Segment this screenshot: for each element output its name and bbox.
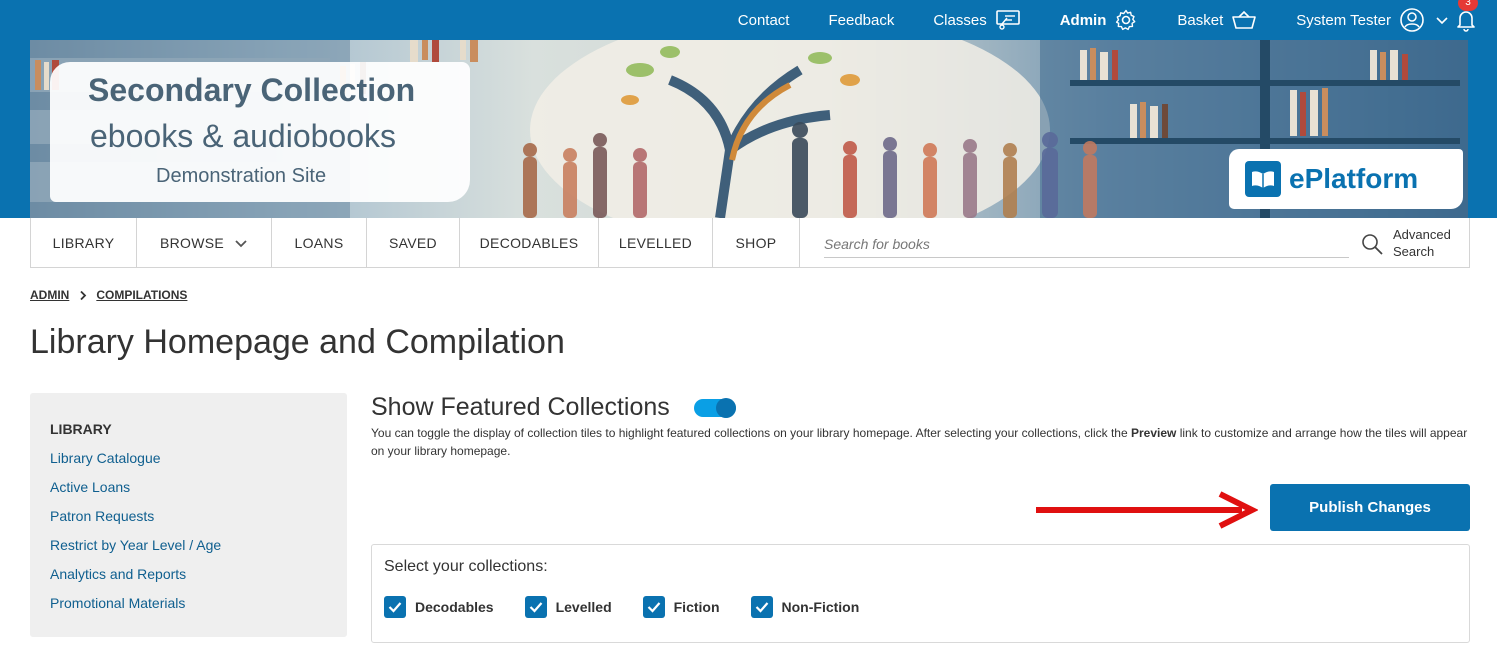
- site-title-card: Secondary Collection ebooks & audiobooks…: [50, 62, 470, 202]
- collection-selector: Select your collections: Decodables Leve…: [371, 544, 1470, 643]
- chevron-right-icon: [80, 290, 87, 300]
- red-arrow-annotation: [1036, 491, 1258, 529]
- publish-changes-button[interactable]: Publish Changes: [1270, 484, 1470, 531]
- nav-library-label: LIBRARY: [52, 234, 115, 251]
- collection-checkbox-row: Decodables Levelled Fiction Non-Fiction: [384, 596, 890, 618]
- nav-saved[interactable]: SAVED: [367, 218, 460, 267]
- basket-link[interactable]: Basket: [1177, 10, 1257, 30]
- classes-label: Classes: [933, 11, 987, 29]
- main-nav: LIBRARY BROWSE LOANS SAVED DECODABLES LE…: [30, 218, 1470, 268]
- checkmark-icon: [642, 596, 665, 618]
- advanced-search-line2: Search: [1393, 244, 1435, 259]
- nav-decodables-label: DECODABLES: [479, 234, 579, 251]
- select-collections-label: Select your collections:: [384, 558, 548, 575]
- nav-levelled-label: LEVELLED: [618, 234, 693, 251]
- nav-saved-label: SAVED: [389, 234, 437, 251]
- checkmark-icon: [524, 596, 547, 618]
- search-icon[interactable]: [1360, 232, 1384, 256]
- user-icon: [1400, 8, 1424, 32]
- admin-label: Admin: [1059, 11, 1107, 29]
- nav-loans-label: LOANS: [294, 234, 344, 251]
- toggle-knob: [716, 398, 736, 418]
- admin-sidebar: LIBRARY Library Catalogue Active Loans P…: [30, 393, 347, 637]
- chevron-down-icon: [235, 239, 247, 247]
- checkbox-label: Levelled: [555, 599, 612, 615]
- nav-levelled[interactable]: LEVELLED: [599, 218, 713, 267]
- book-logo-icon: [1245, 161, 1281, 197]
- user-name: System Tester: [1296, 11, 1391, 29]
- top-nav: Contact Feedback Classes Admin Basket Sy…: [738, 0, 1478, 40]
- chevron-down-icon: [1436, 17, 1448, 25]
- checkbox-levelled[interactable]: Levelled: [524, 596, 612, 618]
- top-bar: Contact Feedback Classes Admin Basket Sy…: [0, 0, 1497, 40]
- sidebar-item-active-loans[interactable]: Active Loans: [50, 478, 221, 507]
- advanced-search-link[interactable]: Advanced Search: [1393, 226, 1451, 260]
- breadcrumb-admin[interactable]: ADMIN: [30, 288, 69, 302]
- checkbox-fiction[interactable]: Fiction: [642, 596, 720, 618]
- featured-collections-toggle[interactable]: [694, 398, 736, 418]
- site-title: Secondary Collection: [88, 72, 416, 108]
- description-text: You can toggle the display of collection…: [371, 426, 1131, 440]
- classes-link[interactable]: Classes: [933, 9, 1020, 31]
- classes-icon: [995, 10, 1020, 30]
- featured-collections-title: Show Featured Collections: [371, 393, 670, 421]
- basket-label: Basket: [1177, 11, 1224, 29]
- sidebar-item-library-catalogue[interactable]: Library Catalogue: [50, 449, 221, 478]
- checkbox-label: Non-Fiction: [781, 599, 860, 615]
- nav-library[interactable]: LIBRARY: [31, 218, 137, 267]
- nav-shop-label: SHOP: [735, 234, 777, 251]
- search-area: Advanced Search: [800, 218, 1469, 267]
- nav-loans[interactable]: LOANS: [272, 218, 367, 267]
- notifications-button[interactable]: 3: [1455, 0, 1478, 32]
- nav-browse-label: BROWSE: [159, 234, 225, 251]
- breadcrumb: ADMIN COMPILATIONS: [30, 288, 187, 302]
- breadcrumb-compilations[interactable]: COMPILATIONS: [96, 288, 187, 302]
- site-tagline: Demonstration Site: [156, 165, 327, 187]
- sidebar-item-restrict-by-year[interactable]: Restrict by Year Level / Age: [50, 536, 221, 565]
- advanced-search-line1: Advanced: [1393, 227, 1451, 242]
- admin-link[interactable]: Admin: [1060, 8, 1139, 32]
- logo-text: ePlatform: [1289, 163, 1419, 194]
- checkbox-label: Fiction: [673, 599, 720, 615]
- banner-area: Secondary Collection ebooks & audiobooks…: [0, 40, 1497, 218]
- checkbox-decodables[interactable]: Decodables: [384, 596, 494, 618]
- search-input[interactable]: [824, 230, 1349, 258]
- checkbox-non-fiction[interactable]: Non-Fiction: [750, 596, 860, 618]
- checkbox-label: Decodables: [415, 599, 494, 615]
- bell-icon: [1457, 11, 1475, 32]
- sidebar-item-promotional[interactable]: Promotional Materials: [50, 594, 221, 623]
- sidebar-heading: LIBRARY: [50, 421, 112, 437]
- site-subtitle: ebooks & audiobooks: [90, 118, 396, 154]
- eplatform-logo: ePlatform: [1229, 149, 1463, 209]
- sidebar-menu: Library Catalogue Active Loans Patron Re…: [50, 449, 221, 623]
- user-menu[interactable]: System Tester: [1296, 7, 1449, 33]
- checkmark-icon: [384, 596, 406, 618]
- sidebar-item-analytics[interactable]: Analytics and Reports: [50, 565, 221, 594]
- basket-icon: [1232, 10, 1257, 29]
- sidebar-item-patron-requests[interactable]: Patron Requests: [50, 507, 221, 536]
- nav-decodables[interactable]: DECODABLES: [460, 218, 599, 267]
- contact-link[interactable]: Contact: [738, 12, 790, 29]
- page-title: Library Homepage and Compilation: [30, 323, 565, 361]
- nav-browse[interactable]: BROWSE: [137, 218, 272, 267]
- nav-shop[interactable]: SHOP: [713, 218, 800, 267]
- checkmark-icon: [750, 596, 773, 618]
- preview-keyword: Preview: [1131, 426, 1177, 440]
- gear-icon: [1116, 9, 1136, 31]
- feedback-link[interactable]: Feedback: [828, 12, 894, 29]
- site-banner: Secondary Collection ebooks & audiobooks…: [30, 40, 1468, 218]
- featured-description: You can toggle the display of collection…: [371, 424, 1471, 460]
